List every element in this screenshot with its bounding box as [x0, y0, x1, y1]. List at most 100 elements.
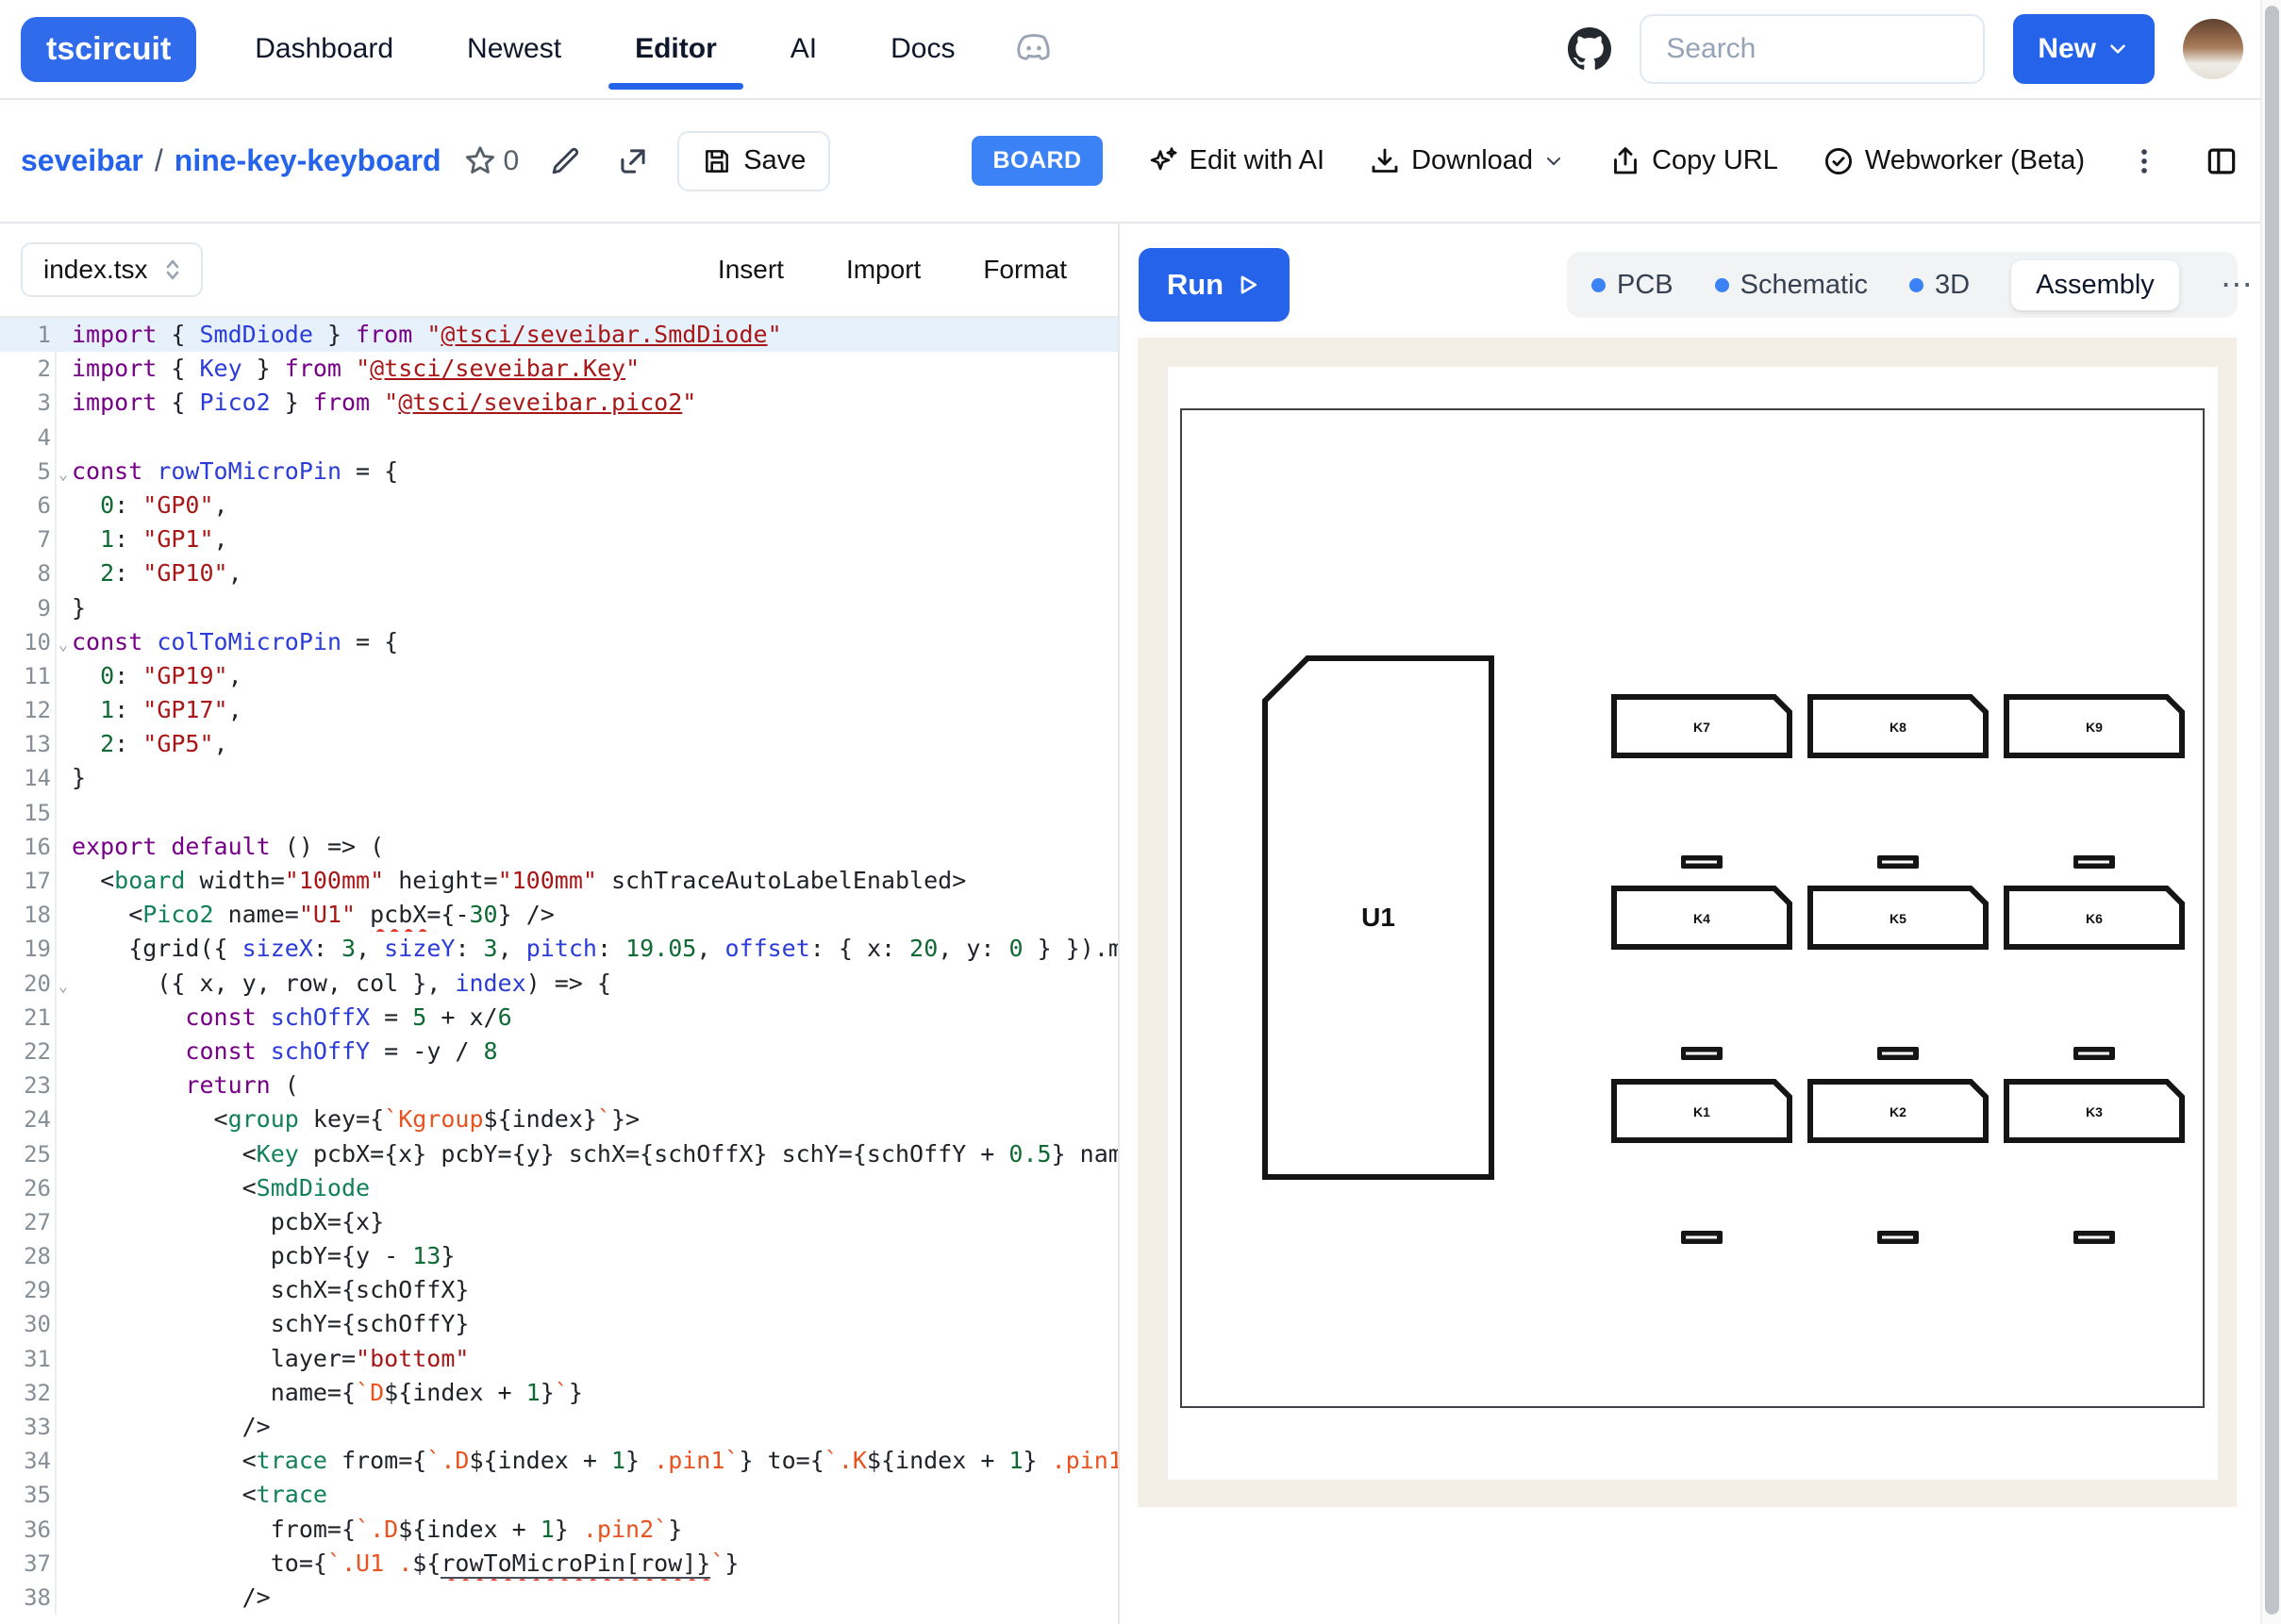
- webworker-label: Webworker (Beta): [1865, 145, 2085, 176]
- line-number: 35: [0, 1478, 57, 1512]
- tabs-overflow-button[interactable]: ⋯: [2221, 266, 2255, 304]
- line-number: 6: [0, 489, 57, 522]
- code-line-text: [57, 421, 1118, 455]
- code-line-text: return (: [57, 1069, 1118, 1102]
- chip-u1-label: U1: [1361, 903, 1395, 932]
- diode-stripe: [2078, 1236, 2109, 1239]
- code-line: 10⌄const colToMicroPin = {: [0, 625, 1118, 659]
- fold-arrow-icon[interactable]: ⌄: [55, 969, 72, 1003]
- nav-item-newest[interactable]: Newest: [467, 33, 561, 65]
- sparkle-icon: [1146, 144, 1180, 178]
- diode-stripe: [1882, 1236, 1913, 1239]
- code-line: 15: [0, 796, 1118, 830]
- new-button[interactable]: New: [2013, 14, 2155, 84]
- run-button[interactable]: Run: [1139, 248, 1290, 322]
- file-name: index.tsx: [43, 255, 148, 285]
- upload-icon: [1608, 144, 1642, 178]
- editor-menu-insert[interactable]: Insert: [718, 255, 784, 285]
- nav-item-dashboard[interactable]: Dashboard: [255, 33, 393, 65]
- line-number: 31: [0, 1342, 57, 1376]
- code-line-text: const schOffY = -y / 8: [57, 1035, 1118, 1069]
- line-number: 1: [0, 318, 57, 352]
- tab-pcb[interactable]: PCB: [1591, 270, 1673, 301]
- code-line: 8 2: "GP10",: [0, 556, 1118, 590]
- download-label: Download: [1411, 145, 1533, 176]
- code-line: 29 schX={schOffX}: [0, 1273, 1118, 1307]
- download-button[interactable]: Download: [1368, 144, 1565, 178]
- diode-stripe: [2078, 1052, 2109, 1055]
- tscircuit-logo[interactable]: tscircuit: [21, 17, 196, 82]
- edit-with-ai-button[interactable]: Edit with AI: [1146, 144, 1324, 178]
- copy-url-button[interactable]: Copy URL: [1608, 144, 1778, 178]
- code-line: 26 <SmdDiode: [0, 1171, 1118, 1205]
- star-count: 0: [504, 145, 520, 177]
- code-line-text: from={`.D${index + 1} .pin2`}: [57, 1513, 1118, 1547]
- fold-arrow-icon[interactable]: ⌄: [55, 628, 72, 662]
- editor-menu-import[interactable]: Import: [846, 255, 921, 285]
- diode-stripe: [1882, 1052, 1913, 1055]
- key-label-k5: K5: [1890, 911, 1906, 926]
- code-line: 33 />: [0, 1410, 1118, 1444]
- code-line-text: <trace: [57, 1478, 1118, 1512]
- breadcrumb-project-link[interactable]: nine-key-keyboard: [175, 143, 441, 177]
- code-line-text: const schOffX = 5 + x/6: [57, 1001, 1118, 1035]
- save-button[interactable]: Save: [677, 131, 830, 191]
- fold-arrow-icon[interactable]: ⌄: [55, 457, 72, 491]
- discord-icon[interactable]: [1013, 32, 1055, 66]
- code-editor[interactable]: 1import { SmdDiode } from "@tsci/seveiba…: [0, 318, 1118, 1624]
- diode-stripe: [1686, 861, 1717, 864]
- line-number: 21: [0, 1001, 57, 1035]
- code-line-text: import { Key } from "@tsci/seveibar.Key": [57, 352, 1118, 386]
- line-number: 18: [0, 898, 57, 932]
- line-number: 20⌄: [0, 967, 57, 1001]
- new-button-label: New: [2038, 33, 2096, 65]
- panel-icon[interactable]: [2204, 143, 2239, 179]
- code-line-text: }: [57, 591, 1118, 625]
- code-line: 25 <Key pcbX={x} pcbY={y} schX={schOffX}…: [0, 1137, 1118, 1171]
- line-number: 8: [0, 556, 57, 590]
- code-line: 2import { Key } from "@tsci/seveibar.Key…: [0, 352, 1118, 386]
- run-button-label: Run: [1167, 268, 1224, 302]
- search-input[interactable]: [1640, 14, 1985, 84]
- code-line: 31 layer="bottom": [0, 1342, 1118, 1376]
- code-line-text: 1: "GP1",: [57, 522, 1118, 556]
- pencil-icon[interactable]: [547, 143, 583, 179]
- download-icon: [1368, 144, 1402, 178]
- page-scrollbar-thumb[interactable]: [2265, 6, 2279, 1615]
- tab-3d[interactable]: 3D: [1909, 270, 1970, 301]
- tab-label: Schematic: [1740, 270, 1868, 301]
- github-icon[interactable]: [1568, 27, 1611, 71]
- webworker-button[interactable]: Webworker (Beta): [1822, 144, 2085, 178]
- line-number: 25: [0, 1137, 57, 1171]
- nav-item-docs[interactable]: Docs: [891, 33, 955, 65]
- file-select[interactable]: index.tsx: [21, 242, 203, 297]
- nav-item-editor[interactable]: Editor: [635, 33, 717, 65]
- nav-item-ai[interactable]: AI: [791, 33, 817, 65]
- avatar[interactable]: [2183, 19, 2243, 79]
- code-line-text: const colToMicroPin = {: [57, 625, 1118, 659]
- code-line-text: 1: "GP17",: [57, 693, 1118, 727]
- tab-dot-icon: [1715, 278, 1729, 292]
- line-number: 17: [0, 864, 57, 898]
- line-number: 5⌄: [0, 455, 57, 489]
- share-icon[interactable]: [615, 143, 651, 179]
- assembly-canvas[interactable]: U1K7K8K9K4K5K6K1K2K3: [1138, 338, 2237, 1507]
- line-number: 29: [0, 1273, 57, 1307]
- editor-menu-format[interactable]: Format: [983, 255, 1067, 285]
- code-line-text: />: [57, 1581, 1118, 1615]
- save-icon: [702, 146, 732, 176]
- editor-menus: Insert Import Format: [718, 255, 1067, 285]
- tab-assembly[interactable]: Assembly: [2011, 260, 2179, 310]
- code-line-text: layer="bottom": [57, 1342, 1118, 1376]
- breadcrumb-owner-link[interactable]: seveibar: [21, 143, 143, 177]
- kebab-icon[interactable]: [2128, 145, 2160, 177]
- code-line: 12 1: "GP17",: [0, 693, 1118, 727]
- code-line: 17 <board width="100mm" height="100mm" s…: [0, 864, 1118, 898]
- code-line: 34 <trace from={`.D${index + 1} .pin1`} …: [0, 1444, 1118, 1478]
- code-line-text: />: [57, 1410, 1118, 1444]
- star-icon[interactable]: [462, 143, 498, 179]
- board-badge[interactable]: BOARD: [972, 136, 1102, 186]
- code-line: 22 const schOffY = -y / 8: [0, 1035, 1118, 1069]
- main-split: index.tsx Insert Import Format 1import { S…: [0, 224, 2260, 1624]
- tab-schematic[interactable]: Schematic: [1715, 270, 1868, 301]
